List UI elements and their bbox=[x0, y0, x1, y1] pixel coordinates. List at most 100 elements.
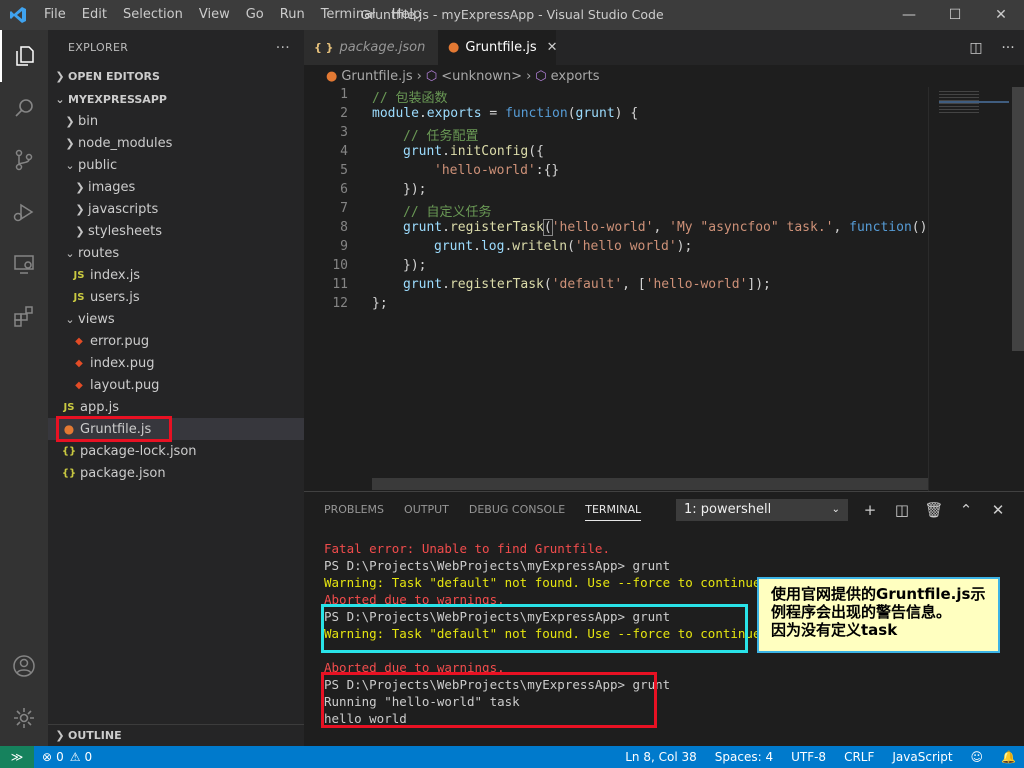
tree-item-package-json[interactable]: {} package.json bbox=[48, 462, 304, 484]
tree-item-routes[interactable]: ⌄ routes bbox=[48, 242, 304, 264]
encoding[interactable]: UTF-8 bbox=[791, 750, 826, 764]
tree-item-app-js[interactable]: JS app.js bbox=[48, 396, 304, 418]
tree-item-package-lock-json[interactable]: {} package-lock.json bbox=[48, 440, 304, 462]
feedback-icon[interactable]: ☺ bbox=[971, 750, 984, 764]
open-editors-section[interactable]: ❯ OPEN EDITORS bbox=[48, 65, 304, 87]
tab-output[interactable]: OUTPUT bbox=[404, 492, 449, 527]
line-number: 6 bbox=[340, 182, 348, 197]
tab-debug-console[interactable]: DEBUG CONSOLE bbox=[469, 492, 565, 527]
indentation[interactable]: Spaces: 4 bbox=[715, 750, 773, 764]
terminal-line: Fatal error: Unable to find Gruntfile. bbox=[324, 541, 610, 556]
tree-item-index-pug[interactable]: ◆ index.pug bbox=[48, 352, 304, 374]
source-control-icon[interactable] bbox=[0, 134, 48, 186]
chevron-right-icon: ❯ bbox=[65, 114, 75, 128]
tree-item-javascripts[interactable]: ❯ javascripts bbox=[48, 198, 304, 220]
editor-vertical-scrollbar[interactable] bbox=[1012, 87, 1024, 491]
menu-run[interactable]: Run bbox=[272, 0, 313, 30]
tree-item-label: routes bbox=[78, 245, 120, 261]
breadcrumb-exports[interactable]: exports bbox=[551, 69, 600, 84]
warning-count[interactable]: 0 bbox=[84, 750, 92, 764]
outline-label: OUTLINE bbox=[68, 729, 122, 742]
chevron-down-icon: ⌄ bbox=[55, 92, 65, 106]
line-number: 12 bbox=[332, 296, 348, 311]
settings-gear-icon[interactable] bbox=[0, 692, 48, 744]
menu-edit[interactable]: Edit bbox=[74, 0, 115, 30]
explorer-icon[interactable] bbox=[0, 30, 48, 82]
close-tab-icon[interactable]: ✕ bbox=[547, 40, 558, 55]
cursor-position[interactable]: Ln 8, Col 38 bbox=[625, 750, 697, 764]
editor-tabs: { } package.json ● Gruntfile.js ✕ ◫ ··· bbox=[304, 30, 1024, 65]
editor-more-actions-icon[interactable]: ··· bbox=[992, 40, 1024, 56]
tab-gruntfile-js[interactable]: ● Gruntfile.js ✕ bbox=[438, 30, 558, 65]
tree-item-label: public bbox=[78, 157, 118, 173]
highlight-box-gruntfile bbox=[56, 416, 172, 442]
chevron-right-icon: › bbox=[526, 68, 532, 84]
outline-section[interactable]: ❯ OUTLINE bbox=[48, 724, 304, 746]
editor-horizontal-scrollbar[interactable] bbox=[372, 478, 928, 490]
breadcrumb-unknown[interactable]: <unknown> bbox=[441, 69, 522, 84]
code-line-7: // 自定义任务 bbox=[403, 205, 492, 220]
close-panel-icon[interactable]: ✕ bbox=[982, 499, 1014, 521]
run-debug-icon[interactable] bbox=[0, 186, 48, 238]
terminal-select[interactable]: 1: powershell ⌄ bbox=[676, 499, 848, 521]
notifications-bell-icon[interactable]: 🔔 bbox=[1001, 750, 1016, 764]
more-actions-icon[interactable]: ··· bbox=[276, 40, 290, 56]
tab-terminal[interactable]: TERMINAL bbox=[585, 492, 642, 521]
tree-item-index-js[interactable]: JS index.js bbox=[48, 264, 304, 286]
tab-problems[interactable]: PROBLEMS bbox=[324, 492, 384, 527]
kill-terminal-icon[interactable]: 🗑 bbox=[918, 499, 950, 521]
menu-file[interactable]: File bbox=[36, 0, 74, 30]
tree-item-public[interactable]: ⌄ public bbox=[48, 154, 304, 176]
minimap[interactable] bbox=[928, 87, 1012, 491]
warning-icon[interactable]: ⚠ bbox=[70, 750, 81, 764]
menu-terminal[interactable]: Terminal bbox=[313, 0, 384, 30]
remote-explorer-icon[interactable] bbox=[0, 238, 48, 290]
language-mode[interactable]: JavaScript bbox=[892, 750, 952, 764]
project-section[interactable]: ⌄ MYEXPRESSAPP bbox=[48, 88, 304, 110]
tree-item-users-js[interactable]: JS users.js bbox=[48, 286, 304, 308]
close-window-button[interactable]: ✕ bbox=[978, 0, 1024, 30]
tree-item-views[interactable]: ⌄ views bbox=[48, 308, 304, 330]
chevron-right-icon: ❯ bbox=[75, 202, 85, 216]
breadcrumb-file[interactable]: Gruntfile.js bbox=[341, 69, 412, 84]
maximize-panel-icon[interactable]: ⌃ bbox=[950, 499, 982, 521]
highlight-box-success bbox=[321, 672, 657, 728]
tree-item-error-pug[interactable]: ◆ error.pug bbox=[48, 330, 304, 352]
new-terminal-icon[interactable]: + bbox=[854, 499, 886, 521]
line-number: 8 bbox=[340, 220, 348, 235]
tree-item-layout-pug[interactable]: ◆ layout.pug bbox=[48, 374, 304, 396]
account-icon[interactable] bbox=[0, 640, 48, 692]
tree-item-node-modules[interactable]: ❯ node_modules bbox=[48, 132, 304, 154]
menu-selection[interactable]: Selection bbox=[115, 0, 191, 30]
menu-go[interactable]: Go bbox=[238, 0, 272, 30]
tree-item-label: users.js bbox=[90, 289, 140, 305]
pug-file-icon: ◆ bbox=[75, 379, 83, 391]
tree-item-bin[interactable]: ❯ bin bbox=[48, 110, 304, 132]
code-editor[interactable]: 1 2 3 4 5 6 7 8 9 10 11 12 // 包装函数 modul… bbox=[304, 87, 928, 491]
tree-item-images[interactable]: ❯ images bbox=[48, 176, 304, 198]
split-editor-icon[interactable]: ◫ bbox=[960, 40, 992, 56]
extensions-icon[interactable] bbox=[0, 290, 48, 342]
maximize-button[interactable]: ☐ bbox=[932, 0, 978, 30]
annotation-note: 使用官网提供的Gruntfile.js示 例程序会出现的警告信息。 因为没有定义… bbox=[757, 577, 1000, 653]
remote-indicator-icon[interactable]: ≫ bbox=[0, 746, 34, 768]
breadcrumb: ● Gruntfile.js › ⬡ <unknown> › ⬡ exports bbox=[304, 65, 1024, 87]
error-count[interactable]: 0 bbox=[56, 750, 64, 764]
search-icon[interactable] bbox=[0, 82, 48, 134]
minimize-button[interactable]: — bbox=[886, 0, 932, 30]
end-of-line[interactable]: CRLF bbox=[844, 750, 874, 764]
menu-view[interactable]: View bbox=[191, 0, 238, 30]
tree-item-stylesheets[interactable]: ❯ stylesheets bbox=[48, 220, 304, 242]
tree-item-label: app.js bbox=[80, 399, 119, 415]
code-line-9: grunt.log.writeln('hello world'); bbox=[434, 239, 693, 254]
grunt-file-icon: ● bbox=[448, 40, 460, 55]
tab-package-json[interactable]: { } package.json bbox=[304, 30, 438, 65]
split-terminal-icon[interactable]: ◫ bbox=[886, 499, 918, 521]
chevron-right-icon: ❯ bbox=[75, 180, 85, 194]
menu-help[interactable]: Help bbox=[384, 0, 430, 30]
errors-icon[interactable]: ⊗ bbox=[42, 750, 52, 764]
chevron-right-icon: ❯ bbox=[55, 69, 65, 83]
line-number: 10 bbox=[332, 258, 348, 273]
json-file-icon: {} bbox=[61, 467, 77, 479]
menu-bar: File Edit Selection View Go Run Terminal… bbox=[36, 0, 429, 30]
